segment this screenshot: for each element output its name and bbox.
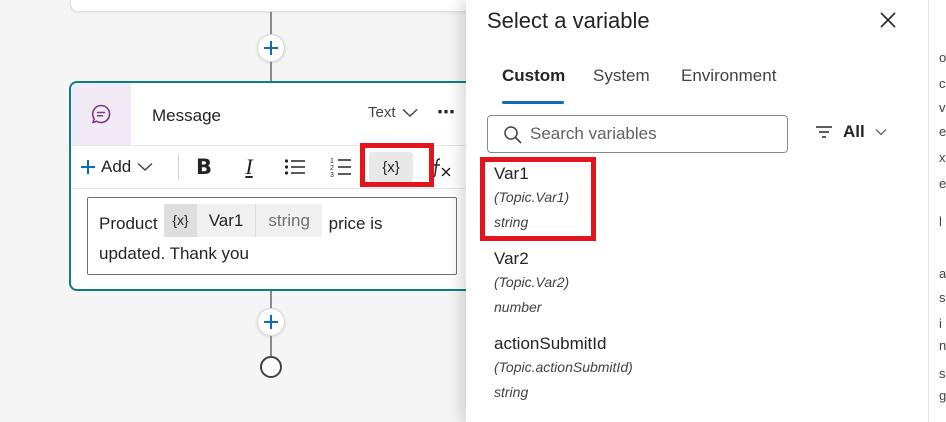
variable-name: Var2 <box>494 249 529 268</box>
toolbar-divider <box>178 154 179 180</box>
chat-bubble-icon <box>91 104 111 124</box>
variable-token-icon: {x} <box>164 204 197 237</box>
variable-path: (Topic.Var1) <box>494 189 570 205</box>
svg-text:1: 1 <box>330 158 334 165</box>
more-options-button[interactable]: ⋯ <box>437 102 456 123</box>
variable-type: string <box>494 214 529 230</box>
clipped-text: a <box>939 266 946 281</box>
message-card-header: Message Text ⋯ <box>71 83 477 145</box>
message-type-label: Text <box>368 104 396 121</box>
variable-token-name: Var1 <box>208 211 244 230</box>
clipped-text: v <box>939 100 946 115</box>
tab-environment[interactable]: Environment <box>681 66 776 86</box>
bulleted-list-button[interactable] <box>281 146 309 188</box>
clipped-text: n <box>939 338 946 353</box>
variable-item-var1[interactable]: Var1 (Topic.Var1) string <box>494 163 569 231</box>
clipped-text: e <box>939 124 946 139</box>
message-text-prefix: Product <box>99 213 158 233</box>
variable-item-actionsubmitid[interactable]: actionSubmitId (Topic.actionSubmitId) st… <box>494 333 633 401</box>
previous-node-card[interactable] <box>70 0 480 12</box>
variable-type: number <box>494 299 542 315</box>
filter-icon <box>816 126 832 138</box>
chevron-down-icon <box>875 129 887 136</box>
clipped-text: o <box>939 50 946 65</box>
select-variable-panel: Select a variable Custom System Environm… <box>466 0 928 422</box>
clipped-text: l <box>939 214 942 229</box>
add-node-button[interactable] <box>257 34 285 62</box>
bulleted-list-icon <box>284 159 305 175</box>
connector-line <box>270 336 272 356</box>
variable-path: (Topic.actionSubmitId) <box>494 359 633 375</box>
variable-name: actionSubmitId <box>494 334 607 353</box>
add-node-button[interactable] <box>257 308 285 336</box>
chevron-down-icon <box>402 108 417 117</box>
message-icon-box <box>71 83 131 145</box>
message-node-card[interactable]: Message Text ⋯ Add B I 1 2 3 {x} Product… <box>69 81 479 291</box>
end-circle-icon <box>260 356 282 378</box>
variable-name: Var1 <box>494 164 529 183</box>
clipped-text: x <box>939 150 946 165</box>
numbered-list-icon: 1 2 3 <box>330 158 351 178</box>
svg-text:2: 2 <box>330 165 334 172</box>
message-editor-toolbar: Add B I 1 2 3 {x} <box>71 145 477 189</box>
tab-custom[interactable]: Custom <box>502 66 565 86</box>
message-type-dropdown[interactable]: Text <box>368 104 418 121</box>
svg-text:3: 3 <box>330 172 334 178</box>
clipped-text: e <box>939 176 946 191</box>
filter-label: All <box>843 122 865 141</box>
active-tab-indicator <box>502 101 564 104</box>
variable-path: (Topic.Var2) <box>494 274 570 290</box>
variable-item-var2[interactable]: Var2 (Topic.Var2) number <box>494 248 569 316</box>
clipped-text: g <box>939 388 946 403</box>
message-node-title: Message <box>152 106 221 125</box>
insert-variable-button[interactable]: {x} <box>369 152 413 182</box>
message-text-editor[interactable]: Product {x} Var1 string price is updated… <box>87 197 457 275</box>
search-icon <box>504 126 522 144</box>
plus-icon <box>264 41 278 55</box>
close-icon[interactable] <box>876 8 900 32</box>
formula-fx-icon <box>431 158 451 178</box>
add-content-button[interactable]: Add <box>81 146 153 188</box>
connector-line <box>270 62 272 82</box>
variable-token-type: string <box>255 204 322 237</box>
connector-line <box>270 12 272 34</box>
variable-type: string <box>494 384 529 400</box>
numbered-list-button[interactable]: 1 2 3 <box>327 146 355 188</box>
filter-dropdown[interactable]: All <box>815 122 887 142</box>
connector-line <box>270 291 272 308</box>
clipped-text: c <box>939 76 946 91</box>
variable-token[interactable]: {x} Var1 string <box>164 204 322 237</box>
italic-button[interactable]: I <box>235 146 263 188</box>
clipped-right-pane: o c v e x e l a s i n s g <box>928 0 946 422</box>
clipped-text: s <box>939 366 946 381</box>
search-variables-input[interactable] <box>530 117 780 151</box>
chevron-down-icon <box>137 162 153 171</box>
search-box <box>487 115 788 153</box>
plus-icon <box>264 315 278 329</box>
plus-icon <box>81 160 95 174</box>
add-content-label: Add <box>101 157 132 176</box>
panel-title: Select a variable <box>487 8 650 33</box>
bold-button[interactable]: B <box>190 146 218 188</box>
insert-formula-button[interactable] <box>429 146 453 188</box>
clipped-text: i <box>939 316 942 331</box>
tab-system[interactable]: System <box>593 66 650 86</box>
clipped-text: s <box>939 290 946 305</box>
